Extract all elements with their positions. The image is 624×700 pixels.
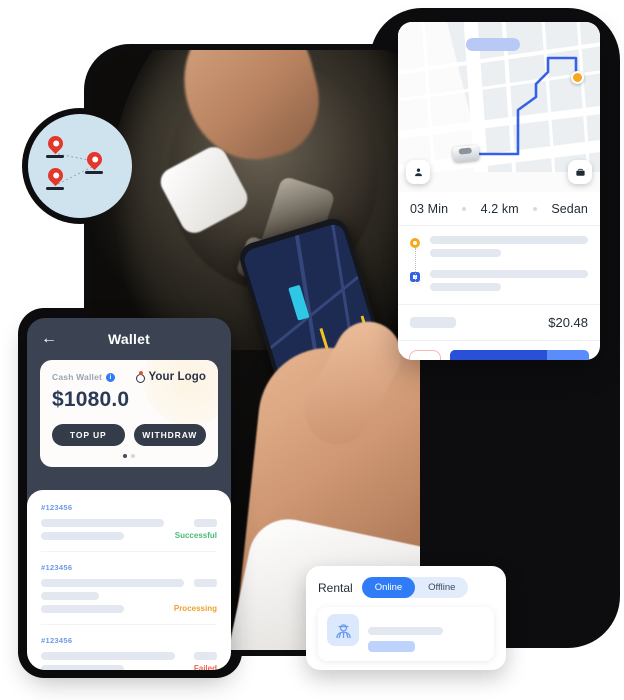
dot-separator-icon [462, 207, 467, 211]
transaction-id: #123456 [41, 563, 73, 572]
list-item[interactable]: #123456 Processing [41, 563, 217, 625]
placeholder-line [430, 270, 588, 278]
dot-separator-icon [533, 207, 538, 211]
ride-address-block [398, 226, 600, 305]
transaction-list[interactable]: #123456 Successful #123456 Processing #1… [27, 490, 231, 670]
fare-label-placeholder [410, 317, 456, 328]
car-icon [452, 144, 480, 163]
ride-duration: 03 Min [410, 202, 449, 216]
wallet-title: Wallet [108, 331, 150, 347]
placeholder-line [41, 652, 175, 660]
cash-wallet-card[interactable]: Cash Wallet i Your Logo $1080.0 TOP UP W… [40, 360, 218, 467]
dropoff-address-row [410, 270, 588, 296]
placeholder-line [430, 283, 502, 291]
transaction-id: #123456 [41, 636, 73, 645]
fare-amount: $20.48 [548, 315, 588, 330]
transaction-id: #123456 [41, 503, 73, 512]
destination-marker [571, 71, 584, 84]
list-item[interactable]: #123456 Failed [41, 636, 217, 670]
placeholder-chip [368, 641, 415, 652]
rental-driver-row[interactable] [318, 607, 494, 661]
list-item[interactable]: #123456 Successful [41, 503, 217, 552]
map-pin-icon [44, 132, 66, 158]
top-up-button[interactable]: TOP UP [52, 424, 125, 446]
placeholder-line [41, 605, 124, 613]
withdraw-button[interactable]: WITHDRAW [133, 424, 206, 446]
logo-mark-icon [136, 371, 146, 383]
ride-action-row: ACCEPT [398, 341, 600, 360]
decline-ride-button[interactable] [409, 350, 441, 360]
pickup-address-row [410, 236, 588, 262]
placeholder-line [368, 627, 443, 635]
route-dash-connector [415, 248, 416, 282]
person-icon[interactable] [406, 160, 430, 184]
placeholder-line [430, 236, 588, 244]
wallet-balance: $1080.0 [52, 388, 130, 411]
ride-map[interactable] [398, 22, 600, 192]
map-pin-icon [83, 148, 105, 174]
ride-vehicle-type: Sedan [551, 202, 588, 216]
status-badge: Processing [173, 604, 217, 613]
pager-dot-active[interactable] [123, 454, 127, 458]
tab-online[interactable]: Online [361, 577, 416, 598]
tab-offline[interactable]: Offline [415, 577, 468, 598]
rental-title: Rental [318, 580, 353, 595]
ride-distance: 4.2 km [480, 202, 519, 216]
pager-dot[interactable] [131, 454, 135, 458]
cash-wallet-label: Cash Wallet [52, 372, 103, 382]
fare-row: $20.48 [398, 305, 600, 341]
cash-wallet-label-group: Cash Wallet i [52, 372, 116, 382]
accept-progress-fill [450, 350, 548, 360]
trip-pins-badge [28, 114, 132, 218]
info-icon[interactable]: i [106, 372, 116, 382]
placeholder-line [41, 579, 184, 587]
placeholder-line [430, 249, 502, 257]
wallet-header: ← Wallet [27, 318, 231, 360]
pin-connector-lines [57, 153, 99, 185]
composite-showcase: 03 Min 4.2 km Sedan $20.48 ← Wallet Cash… [0, 0, 624, 700]
close-x-icon [418, 359, 432, 360]
ride-meta-row: 03 Min 4.2 km Sedan [398, 192, 600, 226]
status-badge: Successful [174, 531, 217, 540]
amount-placeholder [194, 579, 217, 587]
rental-header: Rental Online Offline [318, 577, 494, 598]
placeholder-line [41, 532, 124, 540]
placeholder-line [41, 665, 124, 670]
rental-status-toggle[interactable]: Online Offline [361, 577, 469, 598]
placeholder-line [41, 519, 165, 527]
briefcase-icon[interactable] [568, 160, 592, 184]
accept-ride-button[interactable]: ACCEPT [450, 350, 589, 360]
logo-text: Your Logo [148, 371, 206, 383]
amount-placeholder [194, 652, 217, 660]
wallet-card-pager[interactable] [52, 454, 206, 458]
ride-request-card: 03 Min 4.2 km Sedan $20.48 [398, 22, 600, 360]
rental-card: Rental Online Offline [306, 566, 506, 670]
status-badge: Failed [193, 664, 217, 670]
wallet-panel: ← Wallet Cash Wallet i Your Logo $1080.0… [27, 318, 231, 670]
placeholder-line [41, 592, 100, 600]
driver-avatar-icon [327, 614, 359, 646]
brand-logo: Your Logo [136, 371, 206, 383]
amount-placeholder [194, 519, 217, 527]
map-pin-icon [44, 164, 66, 190]
